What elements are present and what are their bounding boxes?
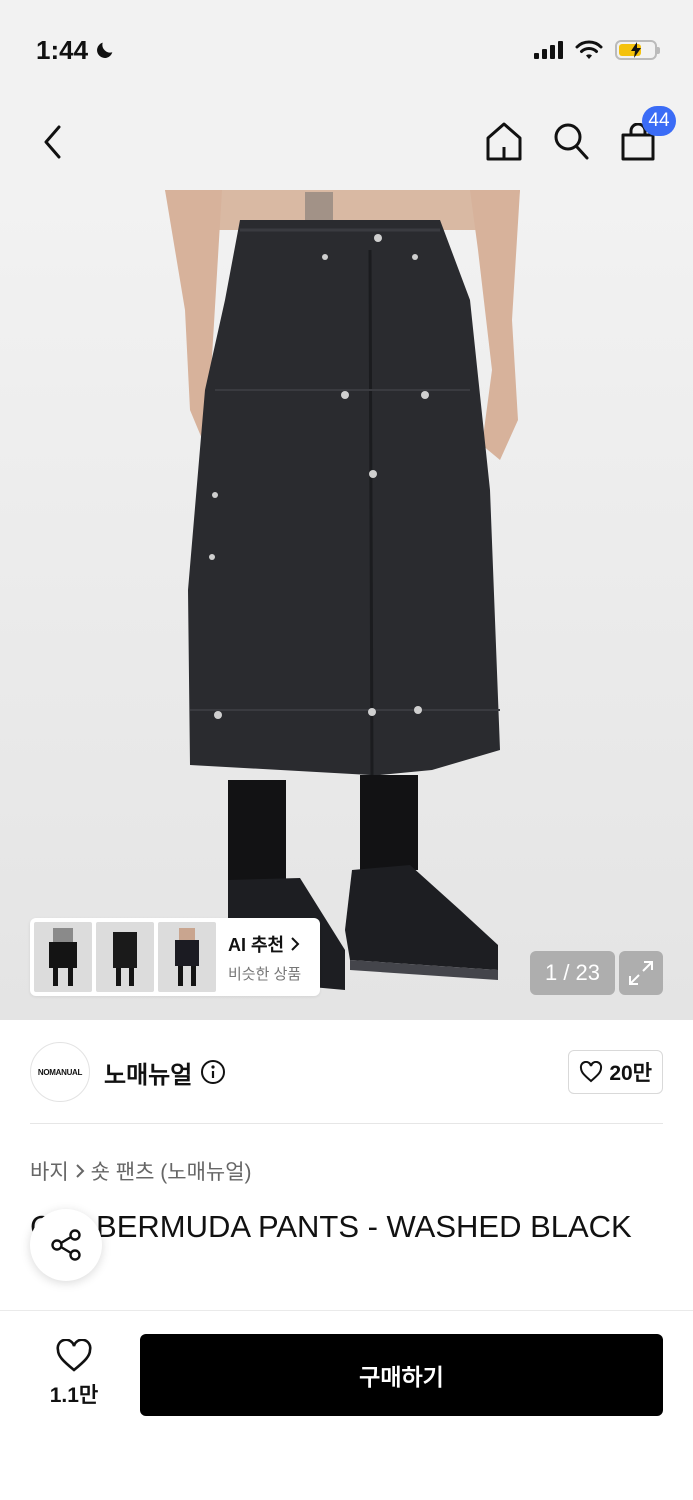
brand-logo[interactable]: NOMANUAL <box>30 1042 90 1102</box>
divider <box>30 1123 663 1124</box>
ai-thumb-3 <box>158 922 216 992</box>
wifi-icon <box>575 40 603 59</box>
cart-button[interactable]: 44 <box>618 106 676 162</box>
bottom-action-bar: 1.1만 구매하기 <box>0 1310 693 1500</box>
brand-name[interactable]: 노매뉴얼 <box>104 1055 192 1090</box>
expand-icon <box>629 961 653 985</box>
status-bar: 1:44 <box>0 0 693 100</box>
ai-thumb-2 <box>96 922 154 992</box>
brand-like-button[interactable]: 20만 <box>568 1050 663 1094</box>
expand-image-button[interactable] <box>619 951 663 995</box>
home-icon <box>486 122 522 161</box>
chevron-right-icon <box>75 1164 85 1178</box>
ai-recommendation-card[interactable]: AI 추천 비슷한 상품 <box>30 918 320 996</box>
brand-like-count: 20만 <box>609 1062 652 1085</box>
back-icon <box>44 125 61 159</box>
buy-button[interactable]: 구매하기 <box>140 1334 663 1416</box>
ai-card-subtitle: 비슷한 상품 <box>228 965 302 983</box>
status-time: 1:44 <box>36 35 116 66</box>
breadcrumb-category[interactable]: 바지 <box>30 1156 69 1186</box>
status-indicators <box>534 40 660 60</box>
search-icon <box>554 123 589 160</box>
heart-icon <box>56 1339 92 1372</box>
clock-text: 1:44 <box>36 34 89 65</box>
search-button[interactable] <box>551 120 591 162</box>
breadcrumb-subcategory[interactable]: 숏 팬츠 (노매뉴얼) <box>91 1156 252 1186</box>
wishlist-button[interactable]: 1.1만 <box>34 1339 114 1409</box>
brand-info-button[interactable] <box>200 1059 226 1085</box>
back-button[interactable] <box>36 122 70 162</box>
ai-title-label: AI 추천 <box>228 934 285 955</box>
signal-icon <box>534 41 563 59</box>
image-page-indicator: 1 / 23 <box>530 951 615 995</box>
cart-count-badge: 44 <box>642 106 676 136</box>
ai-thumb-1 <box>34 922 92 992</box>
heart-outline-icon <box>580 1061 603 1083</box>
wishlist-count: 1.1만 <box>49 1384 99 1407</box>
brand-logo-text: NOMANUAL <box>37 1067 83 1077</box>
ai-card-title: AI 추천 <box>228 931 301 957</box>
home-button[interactable] <box>484 120 524 162</box>
info-icon <box>201 1060 226 1084</box>
ai-card-text: AI 추천 비슷한 상품 <box>228 931 301 984</box>
share-button[interactable] <box>30 1209 102 1281</box>
product-title: CFL BERMUDA PANTS - WASHED BLACK <box>30 1209 632 1244</box>
breadcrumb: 바지 숏 팬츠 (노매뉴얼) <box>30 1156 252 1186</box>
moon-icon <box>97 42 113 58</box>
top-navigation: 44 <box>0 100 693 190</box>
share-icon <box>51 1229 81 1261</box>
brand-row[interactable]: NOMANUAL 노매뉴얼 20만 <box>30 1040 663 1104</box>
product-image-gallery[interactable]: AI 추천 비슷한 상품 1 / 23 <box>0 190 693 1020</box>
battery-charging-icon <box>615 40 660 60</box>
chevron-right-icon <box>291 936 300 951</box>
product-photo <box>165 190 520 990</box>
